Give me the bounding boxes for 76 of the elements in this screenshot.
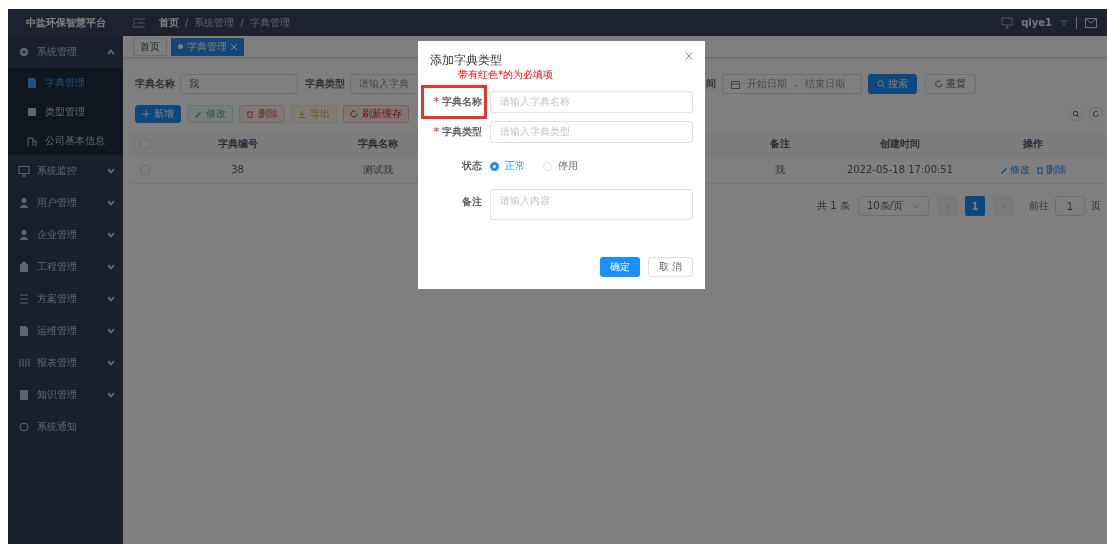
cancel-button[interactable]: 取 消 [647, 257, 693, 277]
trash-icon [1035, 165, 1044, 174]
table-cell: 测试我 [362, 162, 393, 177]
trash-icon [246, 110, 254, 118]
page-size-select[interactable]: 10条/页 [857, 196, 929, 216]
search-icon[interactable] [1069, 107, 1083, 121]
close-icon[interactable] [685, 52, 693, 60]
person-icon [18, 229, 30, 241]
previous-page-button[interactable] [937, 196, 957, 216]
range-separator: - [794, 78, 798, 90]
menu-icon[interactable] [133, 17, 145, 28]
page-suffix: 页 [1091, 199, 1101, 213]
search-button[interactable]: 搜索 [868, 74, 917, 94]
circle-icon [18, 421, 30, 433]
goto-page-field[interactable]: 1 [1055, 196, 1085, 216]
field-label: * 字典类型 [432, 125, 483, 139]
tab[interactable]: 首页 [133, 37, 167, 56]
monitor-icon [18, 165, 30, 177]
document-icon [18, 325, 30, 337]
next-page-button[interactable] [993, 196, 1013, 216]
sidebar-subitem[interactable]: 字典管理 [8, 68, 123, 97]
sidebar-subitem[interactable]: 公司基本信息 [8, 126, 123, 155]
pencil-icon [194, 110, 202, 118]
caret-icon[interactable] [1060, 18, 1068, 27]
calendar-icon [731, 79, 740, 89]
gear-icon [18, 46, 30, 58]
table-cell: 2022-05-18 17:00:51 [846, 164, 954, 175]
chevron-down-icon [913, 203, 920, 209]
radio-option[interactable]: 停用 [543, 159, 578, 173]
column-header: 字典名称 [357, 137, 398, 151]
column-header: 字典编号 [217, 137, 258, 151]
field-label: 字典名称 [135, 77, 175, 91]
person-icon [18, 197, 30, 209]
breadcrumb-item[interactable]: 首页 [159, 15, 179, 30]
table-cell: 我 [775, 162, 785, 177]
field-label: 字典类型 [305, 77, 345, 91]
radio-icon[interactable] [490, 161, 499, 171]
page-number[interactable]: 1 [965, 196, 985, 216]
tab[interactable]: 字典管理 [171, 37, 244, 56]
book-icon [18, 389, 30, 401]
grid-icon [18, 357, 30, 369]
field-label: 备注 [461, 195, 483, 209]
column-header: 创建时间 [880, 137, 920, 151]
radio-option[interactable]: 正常 [490, 159, 525, 173]
name-field[interactable]: 我 [180, 74, 298, 94]
column-header: 操作 [1022, 137, 1043, 151]
field-label: 间 [706, 77, 716, 91]
action-link[interactable]: 删除 [1035, 162, 1066, 177]
column-header: 备注 [770, 137, 790, 151]
toolbar-button[interactable]: 新增 [135, 105, 181, 123]
download-icon [298, 110, 306, 118]
pencil-icon [999, 165, 1008, 174]
dot-icon [178, 44, 183, 49]
mail-icon[interactable] [1085, 17, 1097, 28]
monitor-icon[interactable] [1001, 16, 1014, 29]
dialog-title: 添加字典类型 [430, 52, 502, 69]
search-icon [877, 80, 885, 88]
app-title: 中盐环保智慧平台 [8, 9, 123, 36]
required-hint: 带有红色*的为必填项 [458, 68, 554, 82]
plus-icon [142, 110, 150, 118]
action-link[interactable]: 修改 [999, 162, 1030, 177]
refresh-icon [935, 80, 943, 88]
breadcrumb-separator: / [240, 17, 244, 28]
user-name[interactable]: qiye1 [1021, 17, 1052, 28]
table-cell: 38 [231, 164, 244, 175]
breadcrumb-separator: / [185, 17, 189, 28]
refresh-icon [350, 110, 358, 118]
total-count: 共 1 条 [817, 199, 850, 213]
refresh-icon[interactable] [1089, 107, 1103, 121]
toolbar-button[interactable]: 刷新缓存 [343, 105, 409, 123]
field-label: 状态 [460, 159, 483, 173]
confirm-button[interactable]: 确定 [599, 257, 640, 277]
document-icon [26, 76, 38, 89]
goto-label: 前往 [1029, 199, 1049, 213]
reset-button[interactable]: 重置 [925, 74, 976, 94]
field-label: * 字典名称 [432, 95, 483, 109]
